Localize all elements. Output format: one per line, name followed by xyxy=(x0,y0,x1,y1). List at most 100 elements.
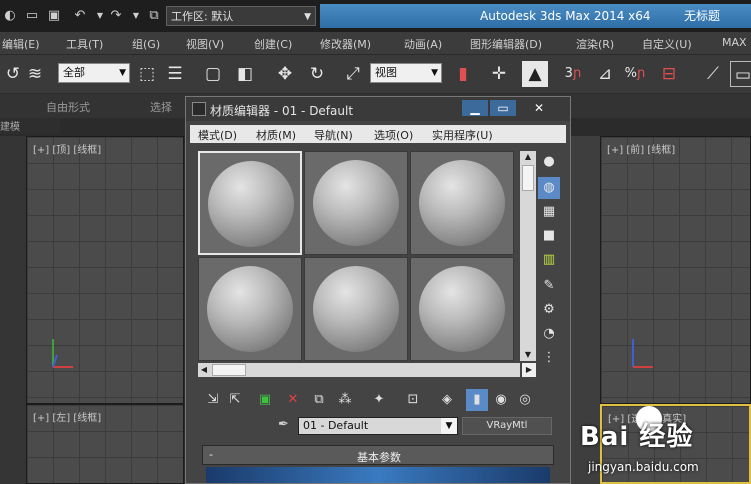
slots-vertical-scrollbar[interactable]: ▲ ▼ xyxy=(520,151,536,361)
scroll-down-icon[interactable]: ▼ xyxy=(520,349,536,361)
menu-customize[interactable]: 自定义(U) xyxy=(642,36,692,52)
viewport-front[interactable]: [+] [前] [线框] xyxy=(600,136,751,404)
me-menu-options[interactable]: 选项(O) xyxy=(374,127,413,143)
menu-edit[interactable]: 编辑(E) xyxy=(2,36,40,52)
select-by-name-icon[interactable]: ☰ xyxy=(162,61,188,87)
scale-icon[interactable]: ⤢ xyxy=(340,61,366,87)
video-color-check-icon[interactable]: ▥ xyxy=(538,249,560,271)
select-manipulate-icon[interactable]: ✛ xyxy=(486,61,512,87)
scroll-up-icon[interactable]: ▲ xyxy=(520,151,536,163)
material-id-channel-icon[interactable]: ✦ xyxy=(368,389,390,411)
sample-slot[interactable] xyxy=(198,151,302,255)
put-to-library-icon[interactable]: ⁂ xyxy=(334,389,356,411)
me-menu-navigation[interactable]: 导航(N) xyxy=(314,127,353,143)
minimize-button[interactable]: ▁ xyxy=(462,100,488,116)
redo-dropdown-icon[interactable]: ▼ xyxy=(126,6,146,26)
select-object-icon[interactable]: ⬚ xyxy=(134,61,160,87)
material-sphere xyxy=(419,266,505,352)
go-forward-sibling-icon[interactable]: ◉ xyxy=(490,389,512,411)
left-strip xyxy=(0,136,26,484)
me-menu-modes[interactable]: 模式(D) xyxy=(198,127,237,143)
reset-map-icon[interactable]: ✕ xyxy=(282,389,304,411)
show-end-result-icon[interactable]: ◈ xyxy=(436,389,458,411)
open-file-icon[interactable]: ▭ xyxy=(22,6,42,26)
scroll-thumb[interactable] xyxy=(212,364,246,376)
me-menu-material[interactable]: 材质(M) xyxy=(256,127,296,143)
backlight-icon[interactable]: ◍ xyxy=(538,177,560,199)
menu-create[interactable]: 创建(C) xyxy=(254,36,292,52)
angle-snap-icon[interactable]: ⊿ xyxy=(592,61,618,87)
go-to-parent-icon[interactable]: ▮ xyxy=(466,389,488,411)
window-crossing-icon[interactable]: ◧ xyxy=(232,61,258,87)
spinner-snap-icon[interactable]: ⊟ xyxy=(656,61,682,87)
pick-material-icon[interactable]: ◎ xyxy=(514,389,536,411)
named-selection-sets-icon[interactable]: ▭ xyxy=(730,61,751,87)
menu-maxscript[interactable]: MAX xyxy=(722,36,747,49)
material-name-field[interactable]: 01 - Default ▼ xyxy=(298,417,458,435)
material-type-button[interactable]: VRayMtl xyxy=(462,417,552,435)
hold-icon[interactable]: ⧉ xyxy=(144,6,164,26)
close-button[interactable]: ✕ xyxy=(526,100,552,116)
menu-animation[interactable]: 动画(A) xyxy=(404,36,442,52)
redo-icon[interactable]: ↷ xyxy=(106,6,126,26)
put-material-icon[interactable]: ⇱ xyxy=(224,389,246,411)
scroll-left-icon[interactable]: ◀ xyxy=(198,363,210,377)
viewport-label[interactable]: [+] [前] [线框] xyxy=(607,141,675,156)
undo-icon[interactable]: ↶ xyxy=(70,6,90,26)
menu-tools[interactable]: 工具(T) xyxy=(66,36,103,52)
sample-uv-tiling-icon[interactable]: ■ xyxy=(538,225,560,247)
maximize-button[interactable]: ▭ xyxy=(490,100,516,116)
eyedropper-icon[interactable]: ✒ xyxy=(278,417,294,435)
select-by-material-icon[interactable]: ◔ xyxy=(538,323,560,345)
rotate-icon[interactable]: ↻ xyxy=(304,61,330,87)
sample-slot[interactable] xyxy=(304,257,408,361)
keyboard-shortcut-override-icon[interactable]: ▲ xyxy=(522,61,548,87)
basic-parameters-rollout[interactable]: - 基本参数 xyxy=(202,445,554,465)
workspace-dropdown[interactable]: 工作区: 默认 ▼ xyxy=(166,6,316,26)
sample-slot[interactable] xyxy=(410,257,514,361)
material-editor-titlebar[interactable]: 材质编辑器 - 01 - Default ▁ ▭ ✕ xyxy=(186,97,570,121)
ribbon-tab-selection[interactable]: 选择 xyxy=(150,99,172,115)
move-icon[interactable]: ✥ xyxy=(272,61,298,87)
viewport-left[interactable]: [+] [左] [线框] xyxy=(26,404,184,484)
background-icon[interactable]: ▦ xyxy=(538,201,560,223)
document-title: 无标题 xyxy=(684,9,721,23)
viewport-top[interactable]: [+] [顶] [线框] xyxy=(26,136,184,404)
sample-slot[interactable] xyxy=(198,257,302,361)
sample-type-icon[interactable]: ● xyxy=(538,151,560,173)
sample-slots xyxy=(198,151,518,363)
make-unique-icon[interactable]: ⧉ xyxy=(308,389,330,411)
sample-slot[interactable] xyxy=(304,151,408,255)
axis-tripod-icon xyxy=(632,339,653,368)
ribbon-tab-freeform[interactable]: 自由形式 xyxy=(46,99,90,115)
sample-slot[interactable] xyxy=(410,151,514,255)
scroll-right-icon[interactable]: ▶ xyxy=(522,363,536,377)
reference-coordinate-dropdown[interactable]: 视图 ▼ xyxy=(370,63,442,83)
options-icon[interactable]: ⚙ xyxy=(538,299,560,321)
percent-snap-icon[interactable]: %ɲ xyxy=(622,61,648,87)
show-map-in-viewport-icon[interactable]: ⊡ xyxy=(402,389,424,411)
slots-horizontal-scrollbar[interactable]: ◀ ▶ xyxy=(198,363,536,377)
snaps-toggle-icon[interactable]: 3ɲ xyxy=(560,61,586,87)
link-icon[interactable]: ≋ xyxy=(22,61,48,87)
me-menu-utilities[interactable]: 实用程序(U) xyxy=(432,127,493,143)
save-icon[interactable]: ▣ xyxy=(44,6,64,26)
rectangular-selection-icon[interactable]: ▢ xyxy=(200,61,226,87)
selection-filter-dropdown[interactable]: 全部 ▼ xyxy=(58,63,130,83)
menu-views[interactable]: 视图(V) xyxy=(186,36,224,52)
menu-rendering[interactable]: 渲染(R) xyxy=(576,36,614,52)
menu-graph-editors[interactable]: 图形编辑器(D) xyxy=(470,36,542,52)
viewport-label[interactable]: [+] [顶] [线框] xyxy=(33,141,101,156)
chevron-down-icon[interactable]: ▼ xyxy=(441,418,457,434)
material-map-navigator-icon[interactable]: ⋮ xyxy=(538,347,560,369)
make-preview-icon[interactable]: ✎ xyxy=(538,275,560,297)
menu-group[interactable]: 组(G) xyxy=(132,36,160,52)
assign-material-icon[interactable]: ▣ xyxy=(254,389,276,411)
pivot-center-icon[interactable]: ▮ xyxy=(450,61,476,87)
menu-modifiers[interactable]: 修改器(M) xyxy=(320,36,371,52)
get-material-icon[interactable]: ⇲ xyxy=(202,389,224,411)
edit-named-selection-icon[interactable]: ⟋ xyxy=(700,61,726,87)
viewport-label[interactable]: [+] [左] [线框] xyxy=(33,409,101,424)
scroll-thumb[interactable] xyxy=(522,165,534,191)
app-logo-icon[interactable]: ◐ xyxy=(0,6,20,26)
